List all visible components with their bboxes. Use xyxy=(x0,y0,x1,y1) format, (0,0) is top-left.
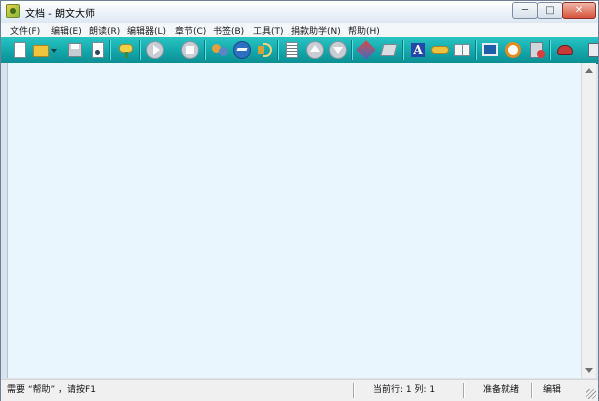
overflow-button[interactable] xyxy=(586,41,598,59)
save-button[interactable] xyxy=(66,41,84,59)
speaker-hat-icon xyxy=(557,45,573,55)
dictionary-button[interactable] xyxy=(431,41,449,59)
menu-edit[interactable]: 编辑(E) xyxy=(51,24,82,37)
toolbar-separator xyxy=(139,40,141,60)
menu-help[interactable]: 帮助(H) xyxy=(348,24,380,37)
toolbar-separator xyxy=(549,40,551,60)
convert-icon xyxy=(356,40,376,60)
status-divider xyxy=(353,383,355,398)
toolbar-separator xyxy=(402,40,404,60)
status-mode: 编辑 xyxy=(543,385,562,395)
menu-donate[interactable]: 捐款助学(N) xyxy=(291,24,341,37)
dictionary-icon xyxy=(431,46,449,54)
speaker-hat-button[interactable] xyxy=(556,41,574,59)
play-button[interactable] xyxy=(146,41,164,59)
scroll-up-icon[interactable] xyxy=(585,68,593,73)
vertical-scrollbar[interactable] xyxy=(581,63,596,378)
minimize-button[interactable]: ─ xyxy=(512,2,538,19)
chevron-down-icon xyxy=(51,49,57,53)
volume-button[interactable] xyxy=(255,41,273,59)
toolbar-separator xyxy=(109,40,111,60)
open-folder-icon xyxy=(33,45,49,57)
monitor-icon xyxy=(482,43,498,56)
close-button[interactable]: ✕ xyxy=(562,2,596,19)
toolbar-separator xyxy=(351,40,353,60)
move-up-button[interactable] xyxy=(306,41,324,59)
app-window: 文档 - 朗文大师 ─ □ ✕ 文件(F) 编辑(E) 朗读(R) 编辑器(L)… xyxy=(0,0,599,401)
list-icon xyxy=(286,42,298,58)
toolbar-separator xyxy=(204,40,206,60)
move-down-button[interactable] xyxy=(329,41,347,59)
status-divider xyxy=(531,383,533,398)
alarm-clock-button[interactable] xyxy=(504,41,522,59)
brush-icon xyxy=(380,44,398,56)
convert-button[interactable] xyxy=(356,40,376,60)
open-folder-button[interactable] xyxy=(32,41,57,59)
maximize-button[interactable]: □ xyxy=(537,2,563,19)
status-position: 当前行: 1 列: 1 xyxy=(373,385,436,395)
new-document-icon xyxy=(14,42,26,58)
toolbar-separator xyxy=(277,40,279,60)
status-divider xyxy=(463,383,465,398)
title-bar[interactable]: 文档 - 朗文大师 ─ □ ✕ xyxy=(1,1,598,23)
book-button[interactable] xyxy=(453,41,471,59)
stop-button[interactable] xyxy=(181,41,199,59)
key-settings-button[interactable] xyxy=(117,41,135,59)
new-document-button[interactable] xyxy=(11,41,29,59)
font-a-icon: A xyxy=(411,43,425,57)
menu-bar: 文件(F) 编辑(E) 朗读(R) 编辑器(L) 章节(C) 书签(B) 工具(… xyxy=(1,23,598,38)
print-music-button[interactable] xyxy=(89,41,107,59)
document-editor[interactable] xyxy=(7,63,582,378)
partial-icon xyxy=(588,43,598,57)
speak-all-button[interactable] xyxy=(233,41,251,59)
menu-bookmark[interactable]: 书签(B) xyxy=(213,24,244,37)
status-state: 准备就绪 xyxy=(483,385,520,395)
timer-button[interactable] xyxy=(528,41,546,59)
monitor-button[interactable] xyxy=(481,41,499,59)
window-title: 文档 - 朗文大师 xyxy=(25,9,95,20)
menu-editor[interactable]: 编辑器(L) xyxy=(127,24,166,37)
menu-file[interactable]: 文件(F) xyxy=(10,24,40,37)
status-help: 需要 “帮助” ，请按F1 xyxy=(7,385,96,395)
alarm-clock-icon xyxy=(505,42,521,58)
list-button[interactable] xyxy=(283,41,301,59)
voices-button[interactable] xyxy=(211,41,229,59)
menu-chapter[interactable]: 章节(C) xyxy=(175,24,206,37)
menu-read[interactable]: 朗读(R) xyxy=(89,24,120,37)
app-logo-icon xyxy=(6,4,20,18)
brush-button[interactable] xyxy=(380,41,398,59)
font-button[interactable]: A xyxy=(409,41,427,59)
status-bar: 需要 “帮助” ，请按F1 当前行: 1 列: 1 准备就绪 编辑 xyxy=(1,379,598,401)
menu-tools[interactable]: 工具(T) xyxy=(253,24,284,37)
resize-grip-icon[interactable] xyxy=(586,389,596,399)
toolbar: A xyxy=(1,37,598,64)
toolbar-separator xyxy=(475,40,477,60)
scroll-down-icon[interactable] xyxy=(585,368,593,373)
